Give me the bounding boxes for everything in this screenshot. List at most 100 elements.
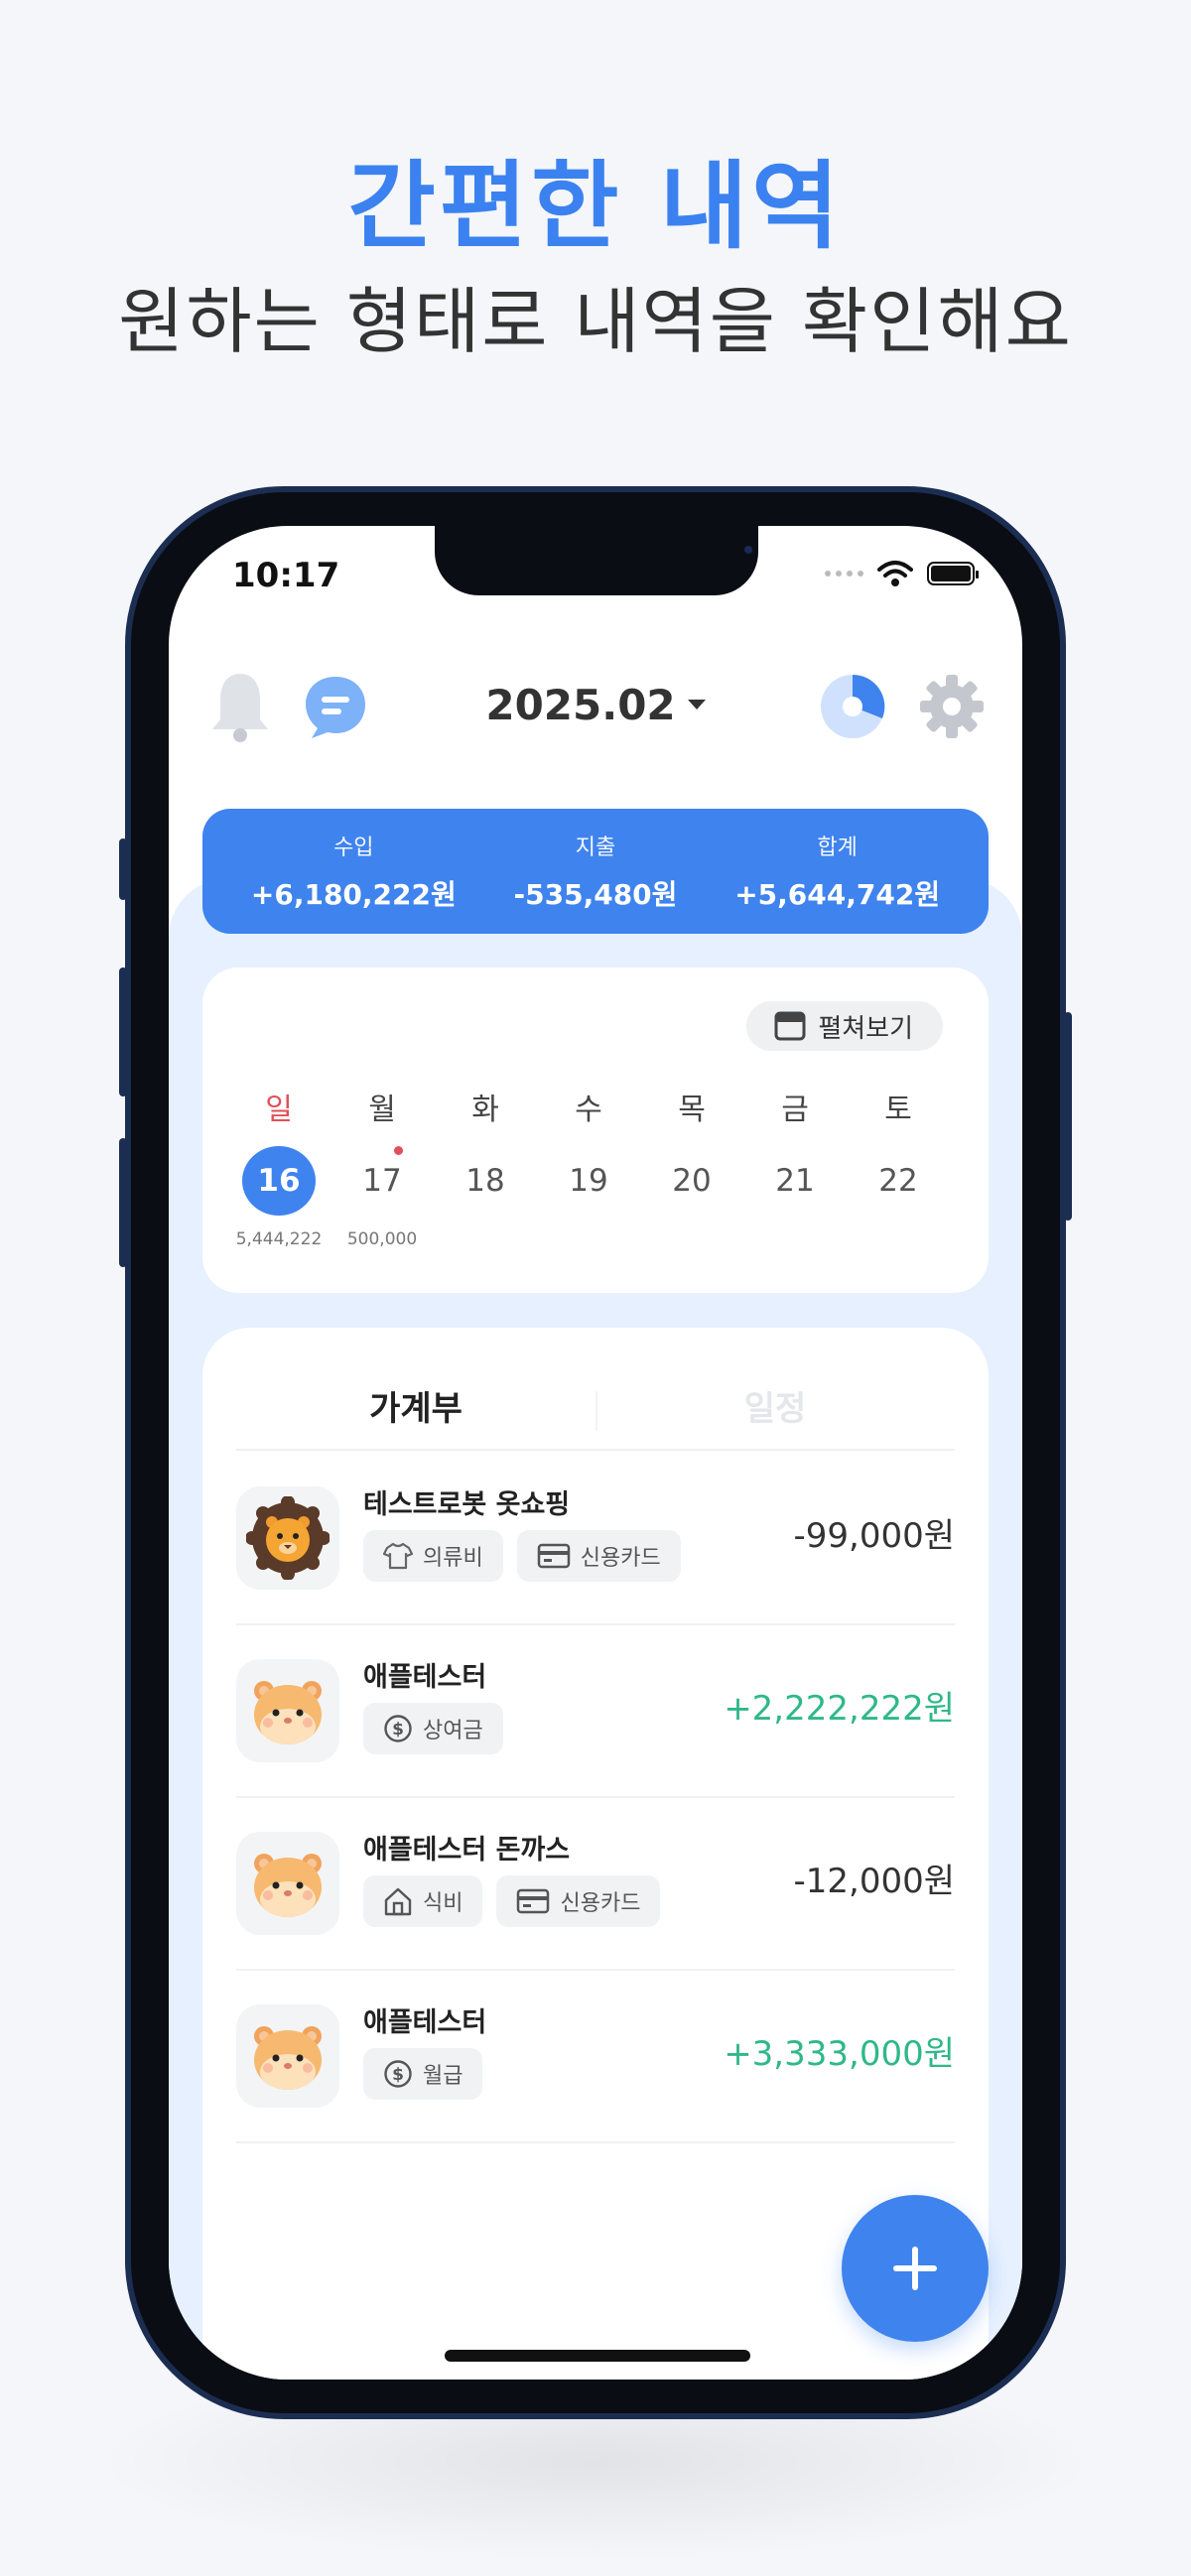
hero-subtitle: 원하는 형태로 내역을 확인해요 bbox=[118, 280, 1073, 363]
payment-tag: 신용카드 bbox=[516, 1530, 681, 1582]
transaction-amount: -99,000원 bbox=[793, 1516, 955, 1556]
lion-icon bbox=[246, 1496, 330, 1580]
weekday-label: 수 bbox=[575, 1093, 602, 1127]
date-cell[interactable]: 22 bbox=[861, 1146, 935, 1216]
date-number: 17 bbox=[362, 1163, 402, 1199]
transaction-amount: +2,222,222원 bbox=[724, 1689, 955, 1729]
date-number: 20 bbox=[672, 1163, 712, 1199]
expense-value: -535,480원 bbox=[513, 878, 678, 911]
daily-amount bbox=[655, 1229, 728, 1249]
income-summary: 수입 +6,180,222원 bbox=[251, 830, 457, 913]
hamster-icon bbox=[254, 2026, 322, 2090]
svg-text:$: $ bbox=[392, 1720, 404, 1739]
gear-icon[interactable] bbox=[918, 673, 986, 740]
total-summary: 합계 +5,644,742원 bbox=[734, 830, 940, 913]
credit-card-icon bbox=[517, 1888, 550, 1914]
dollar-icon: $ bbox=[384, 1715, 412, 1742]
volume-up-button bbox=[119, 967, 127, 1096]
date-cell[interactable]: 17 bbox=[345, 1146, 419, 1216]
transaction-tags: $ 상여금 bbox=[363, 1703, 503, 1754]
transaction-amount: -12,000원 bbox=[793, 1862, 955, 1901]
add-transaction-button[interactable] bbox=[842, 2195, 989, 2342]
daily-amount bbox=[449, 1229, 522, 1249]
plus-icon bbox=[893, 2247, 937, 2290]
month-selector[interactable]: 2025.02 bbox=[485, 675, 706, 734]
weekday-row: 일 월 화 수 목 금 토 bbox=[202, 1085, 989, 1128]
date-number: 18 bbox=[465, 1163, 505, 1199]
tab-ledger[interactable]: 가계부 bbox=[236, 1367, 596, 1449]
tag-label: 식비 bbox=[423, 1891, 463, 1916]
status-icons bbox=[825, 560, 979, 587]
transaction-tags: 식비 신용카드 bbox=[363, 1875, 661, 1927]
expense-label: 지출 bbox=[575, 836, 616, 860]
tab-bar: 가계부 일정 bbox=[236, 1367, 955, 1451]
income-label: 수입 bbox=[333, 836, 374, 860]
transaction-title: 애플테스터 bbox=[363, 1662, 487, 1693]
category-tag: 식비 bbox=[363, 1875, 483, 1927]
tab-schedule[interactable]: 일정 bbox=[596, 1367, 955, 1449]
chat-icon[interactable] bbox=[302, 673, 369, 740]
transaction-amount: +3,333,000원 bbox=[724, 2034, 955, 2074]
transaction-tags: 의류비 신용카드 bbox=[363, 1530, 681, 1582]
weekday-label: 월 bbox=[368, 1093, 396, 1127]
calendar-icon bbox=[774, 1011, 806, 1041]
battery-icon bbox=[927, 562, 979, 585]
transaction-row[interactable]: 애플테스터 $ 상여금 +2,222,222원 bbox=[236, 1625, 955, 1798]
signal-dots-icon bbox=[825, 571, 863, 577]
total-label: 합계 bbox=[817, 836, 858, 860]
daily-amount: 5,444,222 bbox=[235, 1229, 323, 1249]
phone-screen: 10:17 2025.02 수입 +6,180,222원 지출 -535,480… bbox=[169, 526, 1022, 2380]
category-tag: $ 월급 bbox=[363, 2048, 483, 2100]
tag-label: 의류비 bbox=[423, 1546, 483, 1571]
transaction-title: 테스트로봇 옷쇼핑 bbox=[363, 1489, 571, 1520]
transaction-row[interactable]: 테스트로봇 옷쇼핑 의류비 신용카드 -99,000원 bbox=[236, 1453, 955, 1625]
date-number: 16 bbox=[257, 1163, 301, 1199]
date-number: 19 bbox=[569, 1163, 608, 1199]
date-cell[interactable]: 21 bbox=[758, 1146, 832, 1216]
bell-icon[interactable] bbox=[208, 670, 272, 743]
shirt-icon bbox=[383, 1542, 413, 1570]
tag-label: 상여금 bbox=[423, 1719, 483, 1743]
home-indicator bbox=[445, 2350, 750, 2362]
credit-card-icon bbox=[537, 1543, 570, 1569]
income-value: +6,180,222원 bbox=[250, 878, 457, 911]
wifi-icon bbox=[877, 561, 913, 586]
expand-calendar-label: 펼쳐보기 bbox=[818, 1013, 913, 1044]
status-time: 10:17 bbox=[232, 556, 340, 595]
total-value: +5,644,742원 bbox=[734, 878, 941, 911]
hamster-icon bbox=[254, 1854, 322, 1917]
hamster-avatar bbox=[236, 1832, 339, 1935]
hamster-icon bbox=[254, 1681, 322, 1744]
hamster-avatar bbox=[236, 1659, 339, 1762]
tag-label: 신용카드 bbox=[560, 1891, 641, 1916]
date-cell-selected[interactable]: 16 bbox=[242, 1146, 316, 1216]
expand-calendar-button[interactable]: 펼쳐보기 bbox=[746, 1001, 943, 1051]
transaction-tags: $ 월급 bbox=[363, 2048, 483, 2100]
daily-amount-row: 5,444,222 500,000 bbox=[202, 1229, 989, 1249]
lion-avatar bbox=[236, 1486, 339, 1590]
transaction-title: 애플테스터 bbox=[363, 2007, 487, 2038]
event-dot bbox=[394, 1146, 403, 1155]
side-button bbox=[119, 838, 127, 900]
transaction-row[interactable]: 애플테스터 $ 월급 +3,333,000원 bbox=[236, 1971, 955, 2143]
tag-label: 월급 bbox=[423, 2064, 463, 2089]
weekday-label: 일 bbox=[265, 1093, 293, 1127]
daily-amount bbox=[552, 1229, 625, 1249]
tag-label: 신용카드 bbox=[580, 1546, 661, 1571]
date-cell[interactable]: 19 bbox=[552, 1146, 625, 1216]
volume-down-button bbox=[119, 1138, 127, 1267]
camera bbox=[744, 546, 752, 554]
category-tag: 의류비 bbox=[363, 1530, 503, 1582]
date-number: 22 bbox=[878, 1163, 918, 1199]
date-cell[interactable]: 20 bbox=[655, 1146, 728, 1216]
summary-card: 수입 +6,180,222원 지출 -535,480원 합계 +5,644,74… bbox=[202, 809, 989, 934]
weekday-label: 목 bbox=[678, 1093, 706, 1127]
date-cell[interactable]: 18 bbox=[449, 1146, 522, 1216]
category-tag: $ 상여금 bbox=[363, 1703, 503, 1754]
weekday-label: 화 bbox=[471, 1093, 499, 1127]
expense-summary: 지출 -535,480원 bbox=[514, 830, 678, 913]
weekday-label: 금 bbox=[781, 1093, 809, 1127]
pie-chart-icon[interactable] bbox=[819, 673, 886, 740]
transaction-row[interactable]: 애플테스터 돈까스 식비 신용카드 -12,000원 bbox=[236, 1798, 955, 1971]
transaction-title: 애플테스터 돈까스 bbox=[363, 1835, 571, 1866]
